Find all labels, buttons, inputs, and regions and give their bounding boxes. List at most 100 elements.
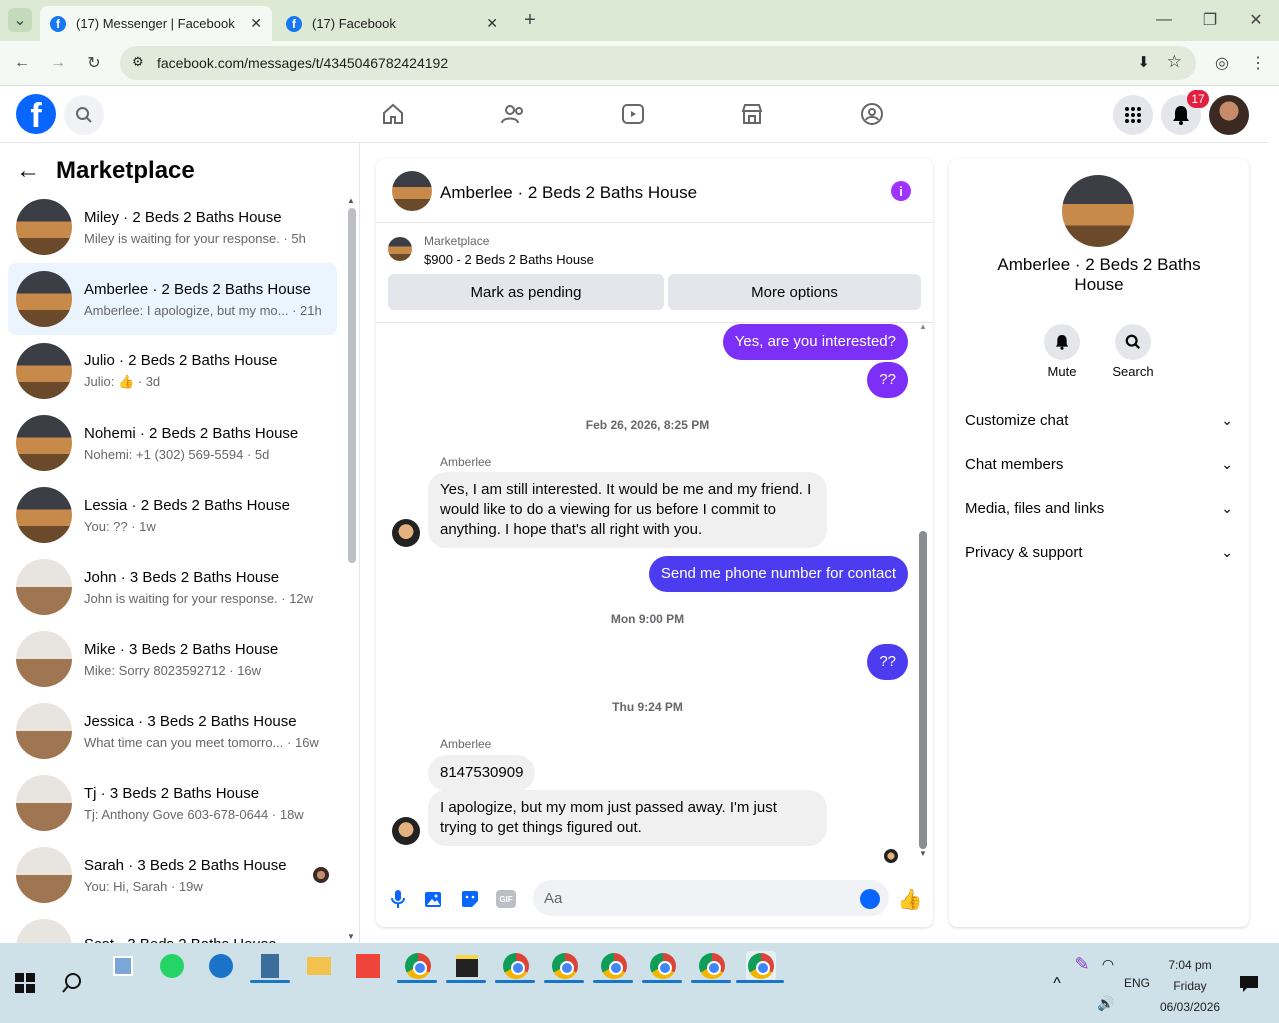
sent-message[interactable]: Send me phone number for contact xyxy=(648,556,908,592)
scroll-down-icon[interactable]: ▼ xyxy=(347,932,355,941)
whatsapp-icon[interactable] xyxy=(157,951,187,981)
notifications-center-icon[interactable] xyxy=(1234,969,1264,999)
thumbs-up-icon[interactable]: 👍 xyxy=(898,887,923,911)
conversation-item[interactable]: Nohemi · 2 Beds 2 Baths House Nohemi: +1 … xyxy=(8,407,337,479)
photo-icon[interactable] xyxy=(422,887,446,911)
facebook-logo-icon[interactable]: f xyxy=(16,94,56,134)
sticky-notes-icon[interactable] xyxy=(452,951,482,981)
info-icon[interactable]: i xyxy=(891,181,911,201)
file-explorer-icon[interactable] xyxy=(304,951,334,981)
listing-thumbnail[interactable] xyxy=(388,237,412,261)
conversation-item[interactable]: Sarah · 3 Beds 2 Baths House You: Hi, Sar… xyxy=(8,839,337,911)
groups-icon[interactable] xyxy=(858,100,886,128)
wifi-icon[interactable]: ◠ xyxy=(1093,949,1123,979)
media-files-links-row[interactable]: Media, files and links ⌄ xyxy=(965,486,1233,530)
chrome-icon[interactable] xyxy=(501,951,531,981)
menu-icon[interactable]: ⋮ xyxy=(1246,51,1270,75)
chat-scroll-up-icon[interactable]: ▲ xyxy=(919,322,927,331)
privacy-support-row[interactable]: Privacy & support ⌄ xyxy=(965,530,1233,574)
chat-members-row[interactable]: Chat members ⌄ xyxy=(965,442,1233,486)
list-scrollbar-thumb[interactable] xyxy=(348,208,356,563)
speaker-icon[interactable]: 🔊 xyxy=(1091,988,1121,1018)
chrome-icon[interactable] xyxy=(648,951,678,981)
profile-avatar[interactable] xyxy=(1209,95,1249,135)
tab-messenger[interactable]: f (17) Messenger | Facebook ✕ xyxy=(40,6,272,41)
listing-price-title[interactable]: $900 - 2 Beds 2 Baths House xyxy=(424,252,594,267)
conversation-item[interactable]: Lessia · 2 Beds 2 Baths House You: ?? · 1… xyxy=(8,479,337,551)
calculator-icon[interactable] xyxy=(255,951,285,981)
microphone-icon[interactable] xyxy=(386,887,410,911)
mute-bell-icon[interactable] xyxy=(1044,324,1080,360)
customize-chat-row[interactable]: Customize chat ⌄ xyxy=(965,398,1233,442)
received-message[interactable]: 8147530909 xyxy=(428,755,536,791)
video-icon[interactable] xyxy=(619,100,647,128)
amberlee-avatar[interactable] xyxy=(392,519,420,547)
home-icon[interactable] xyxy=(379,100,407,128)
back-icon[interactable]: ← xyxy=(10,51,34,75)
received-message[interactable]: I apologize, but my mom just passed away… xyxy=(428,790,827,846)
received-message[interactable]: Yes, I am still interested. It would be … xyxy=(428,472,827,548)
conversation-item[interactable]: Miley · 2 Beds 2 Baths House Miley is wai… xyxy=(8,191,337,263)
conversation-item[interactable]: Amberlee · 2 Beds 2 Baths House Amberlee:… xyxy=(8,263,337,335)
mark-as-pending-button[interactable]: Mark as pending xyxy=(388,274,664,310)
photos-app-icon[interactable] xyxy=(108,951,138,981)
gif-icon[interactable]: GIF xyxy=(494,887,518,911)
conversation-item[interactable]: Julio · 2 Beds 2 Baths House Julio: 👍 · 3… xyxy=(8,335,337,407)
conversation-item[interactable]: Mike · 3 Beds 2 Baths House Mike: Sorry 8… xyxy=(8,623,337,695)
remote-desktop-icon[interactable] xyxy=(206,951,236,981)
search-icon[interactable] xyxy=(57,968,87,998)
conversation-item[interactable]: Tj · 3 Beds 2 Baths House Tj: Anthony Gov… xyxy=(8,767,337,839)
back-arrow-icon[interactable]: ← xyxy=(16,157,40,185)
sent-message[interactable]: ?? xyxy=(867,644,908,680)
chrome-icon[interactable] xyxy=(550,951,580,981)
conversation-item[interactable]: John · 3 Beds 2 Baths House John is waiti… xyxy=(8,551,337,623)
clock[interactable]: 7:04 pm Friday 06/03/2026 xyxy=(1160,955,1220,1018)
show-hidden-icons-chevron[interactable]: ^ xyxy=(1042,969,1072,999)
site-info-icon[interactable]: ⚙ xyxy=(132,54,144,70)
emoji-icon[interactable] xyxy=(860,889,880,909)
sent-message[interactable]: ?? xyxy=(867,362,908,398)
scroll-up-icon[interactable]: ▲ xyxy=(347,196,355,205)
close-tab-icon[interactable]: ✕ xyxy=(486,15,498,32)
install-app-icon[interactable]: ⬇ xyxy=(1137,53,1150,71)
marketplace-icon[interactable] xyxy=(738,100,766,128)
forward-icon[interactable]: → xyxy=(46,51,70,75)
chrome-icon[interactable] xyxy=(697,951,727,981)
marketplace-conversation-list: ← Marketplace Miley · 2 Beds 2 Baths Hou… xyxy=(0,143,360,943)
chrome-icon[interactable] xyxy=(746,951,776,981)
windows-start-icon[interactable] xyxy=(10,968,40,998)
chat-avatar[interactable] xyxy=(392,171,432,211)
conversation-item[interactable]: Scot · 3 Beds 2 Baths House xyxy=(8,911,337,943)
amberlee-avatar[interactable] xyxy=(392,817,420,845)
minimize-icon[interactable]: — xyxy=(1152,8,1176,32)
chat-scroll-down-icon[interactable]: ▼ xyxy=(919,849,927,858)
chat-title[interactable]: Amberlee · 2 Beds 2 Baths House xyxy=(440,183,697,203)
profile-icon[interactable]: ◎ xyxy=(1210,51,1234,75)
restore-icon[interactable]: ❐ xyxy=(1198,8,1222,32)
search-icon[interactable] xyxy=(64,95,104,135)
chat-scrollbar-thumb[interactable] xyxy=(919,531,927,849)
message-input[interactable]: Aa xyxy=(533,880,889,916)
conversation-text: Jessica · 3 Beds 2 Baths House What time … xyxy=(84,713,319,750)
new-tab-icon[interactable]: + xyxy=(518,8,542,32)
close-window-icon[interactable]: ✕ xyxy=(1244,8,1268,32)
anydesk-icon[interactable] xyxy=(353,951,383,981)
search-icon[interactable] xyxy=(1115,324,1151,360)
sender-name: Amberlee xyxy=(440,737,492,751)
tab-search-icon[interactable]: ⌄ xyxy=(8,8,32,32)
url-field[interactable]: ⚙ facebook.com/messages/t/43450467824241… xyxy=(120,46,1196,80)
chrome-icon[interactable] xyxy=(403,951,433,981)
close-tab-icon[interactable]: ✕ xyxy=(250,15,262,32)
menu-grid-icon[interactable] xyxy=(1113,95,1153,135)
details-avatar[interactable] xyxy=(1062,175,1134,247)
tab-facebook[interactable]: f (17) Facebook ✕ xyxy=(276,6,508,41)
language-indicator[interactable]: ENG xyxy=(1124,976,1150,990)
chrome-icon[interactable] xyxy=(599,951,629,981)
sticker-icon[interactable] xyxy=(458,887,482,911)
sent-message[interactable]: Yes, are you interested? xyxy=(722,324,908,360)
bookmark-star-icon[interactable]: ☆ xyxy=(1167,52,1182,72)
friends-icon[interactable] xyxy=(499,100,527,128)
more-options-button[interactable]: More options xyxy=(668,274,921,310)
conversation-item[interactable]: Jessica · 3 Beds 2 Baths House What time … xyxy=(8,695,337,767)
reload-icon[interactable]: ↻ xyxy=(82,51,106,75)
